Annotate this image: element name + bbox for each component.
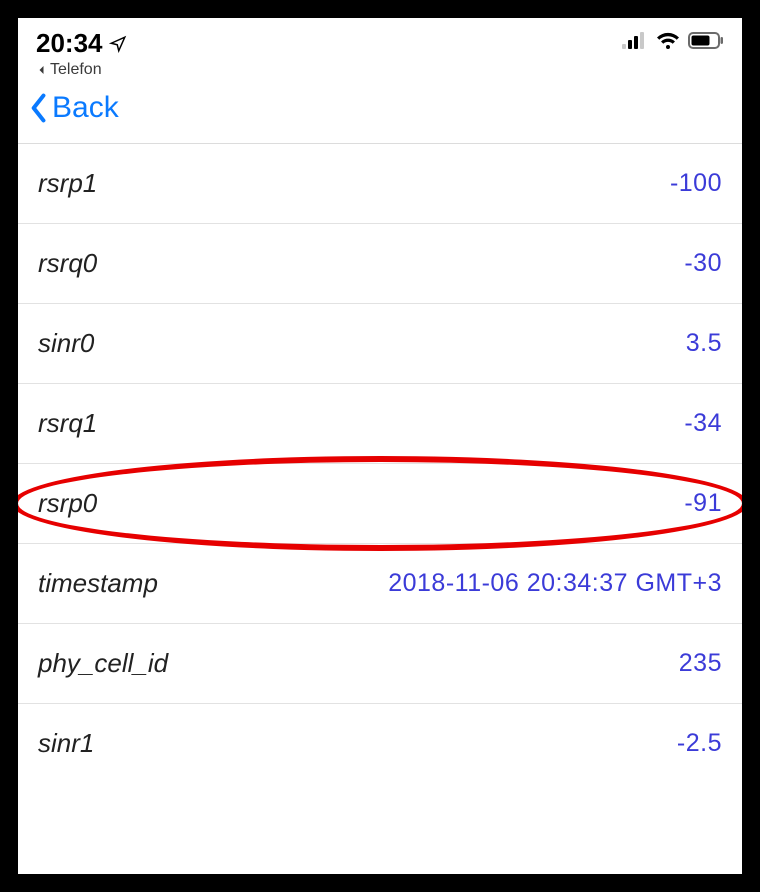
row-label: rsrq1 <box>38 408 97 439</box>
screen: 20:34 Telefon <box>18 18 742 874</box>
back-button[interactable]: Back <box>28 91 119 125</box>
row-label: rsrp0 <box>38 488 97 519</box>
row-value: -34 <box>684 409 722 438</box>
row-label: sinr1 <box>38 728 94 759</box>
row-label: rsrp1 <box>38 168 97 199</box>
row-value: -2.5 <box>677 729 722 758</box>
metrics-list[interactable]: rsrp1 -100 rsrq0 -30 sinr0 3.5 rsrq1 -34 rsrp0 -9… <box>18 144 742 783</box>
status-left: 20:34 Telefon <box>36 28 127 79</box>
status-right <box>622 28 724 55</box>
row-label: sinr0 <box>38 328 94 359</box>
status-bar: 20:34 Telefon <box>18 18 742 81</box>
nav-bar: Back <box>18 81 742 144</box>
row-value: 2018-11-06 20:34:37 GMT+3 <box>388 569 722 598</box>
location-icon <box>109 35 127 53</box>
table-row[interactable]: sinr1 -2.5 <box>18 704 742 783</box>
chevron-left-icon <box>28 92 50 124</box>
row-label: timestamp <box>38 568 158 599</box>
status-back-app[interactable]: Telefon <box>36 61 127 79</box>
table-row[interactable]: timestamp 2018-11-06 20:34:37 GMT+3 <box>18 544 742 624</box>
table-row[interactable]: rsrp0 -91 <box>18 464 742 544</box>
table-row[interactable]: rsrp1 -100 <box>18 144 742 224</box>
row-label: rsrq0 <box>38 248 97 279</box>
table-row[interactable]: phy_cell_id 235 <box>18 624 742 704</box>
table-row[interactable]: sinr0 3.5 <box>18 304 742 384</box>
caret-left-icon <box>36 64 48 76</box>
cellular-icon <box>622 32 648 55</box>
battery-icon <box>688 32 724 55</box>
wifi-icon <box>656 32 680 55</box>
row-value: 3.5 <box>686 329 722 358</box>
row-value: -100 <box>670 169 722 198</box>
status-time-text: 20:34 <box>36 28 103 59</box>
row-value: -30 <box>684 249 722 278</box>
status-time: 20:34 <box>36 28 127 59</box>
device-frame: 20:34 Telefon <box>0 0 760 892</box>
back-button-label: Back <box>52 91 119 125</box>
table-row[interactable]: rsrq0 -30 <box>18 224 742 304</box>
table-row[interactable]: rsrq1 -34 <box>18 384 742 464</box>
row-value: 235 <box>679 649 722 678</box>
highlight-annotation <box>18 456 742 551</box>
row-value: -91 <box>684 489 722 518</box>
row-label: phy_cell_id <box>38 648 168 679</box>
status-back-app-label: Telefon <box>50 61 102 79</box>
